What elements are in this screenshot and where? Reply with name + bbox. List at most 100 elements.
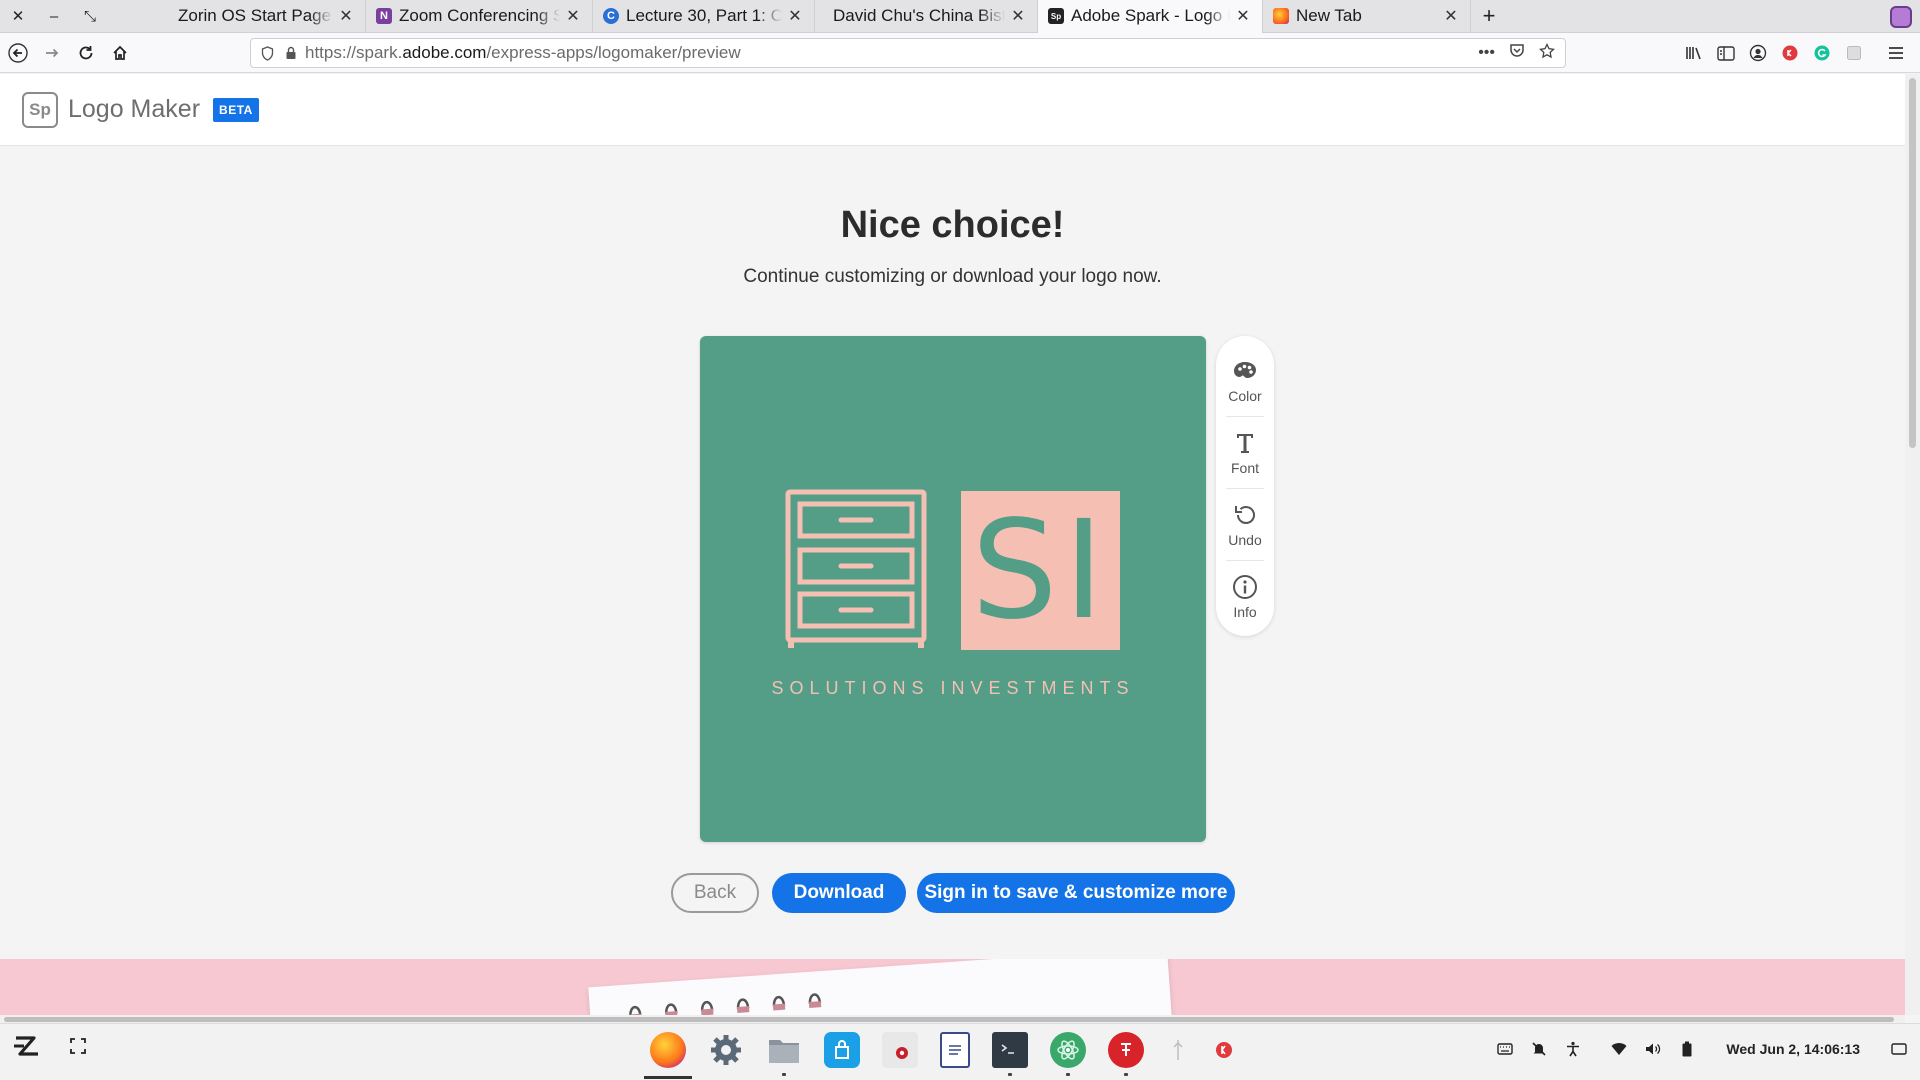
wifi-icon[interactable] bbox=[1610, 1040, 1628, 1058]
terminal-icon[interactable] bbox=[992, 1032, 1028, 1076]
account-icon[interactable] bbox=[1748, 43, 1768, 63]
tab-title: Lecture 30, Part 1: Co bbox=[626, 6, 782, 25]
settings-gear-icon[interactable] bbox=[708, 1032, 744, 1068]
library-icon[interactable] bbox=[1684, 43, 1704, 63]
text-editor-icon[interactable] bbox=[940, 1032, 970, 1068]
color-tool-label: Color bbox=[1228, 387, 1262, 404]
tab-close-icon[interactable]: ✕ bbox=[337, 6, 355, 26]
taskbar: Wed Jun 2, 14:06:13 bbox=[0, 1023, 1920, 1080]
show-desktop-icon[interactable] bbox=[1890, 1040, 1908, 1058]
app-name: Logo Maker bbox=[68, 95, 201, 123]
url-actions: ••• bbox=[1478, 42, 1565, 64]
tab-title: Adobe Spark - Logo M bbox=[1071, 6, 1230, 25]
undo-tool-label: Undo bbox=[1228, 531, 1262, 548]
tab-close-icon[interactable]: ✕ bbox=[786, 6, 804, 26]
spark-favicon-icon: Sp bbox=[1048, 8, 1064, 24]
menu-hamburger-icon[interactable] bbox=[1886, 43, 1906, 63]
tab-close-icon[interactable]: ✕ bbox=[1442, 6, 1460, 26]
spark-logo-icon[interactable]: Sp bbox=[22, 91, 58, 128]
tool-divider bbox=[1226, 488, 1264, 489]
scrollbar-thumb[interactable] bbox=[1909, 78, 1916, 448]
browser-tab-strip: ✕ – ⤡ Zorin OS Start Page / Se ✕ N Zoom … bbox=[0, 0, 1920, 33]
clock[interactable]: Wed Jun 2, 14:06:13 bbox=[1726, 1041, 1860, 1057]
tab-adobe-spark[interactable]: Sp Adobe Spark - Logo M ✕ bbox=[1038, 0, 1263, 33]
tab-zorin-start-page[interactable]: Zorin OS Start Page / Se ✕ bbox=[145, 0, 366, 33]
palette-icon bbox=[1232, 359, 1258, 383]
url-scheme: https://spark. bbox=[305, 43, 403, 62]
workspaces-icon[interactable] bbox=[70, 1038, 86, 1059]
keyboard-icon[interactable] bbox=[1496, 1040, 1514, 1058]
undo-tool-button[interactable]: Undo bbox=[1216, 490, 1274, 560]
extension-icon[interactable] bbox=[1890, 6, 1912, 28]
back-arrow-icon[interactable] bbox=[2, 37, 34, 69]
cabinet-icon bbox=[785, 489, 927, 648]
onenote-favicon-icon: N bbox=[376, 8, 392, 24]
usb-icon[interactable] bbox=[1166, 1032, 1190, 1068]
text-tool-icon[interactable] bbox=[1108, 1032, 1144, 1076]
extension-red-icon[interactable] bbox=[1780, 43, 1800, 63]
page-subtitle: Continue customizing or download your lo… bbox=[743, 266, 1162, 287]
volume-icon[interactable] bbox=[1644, 1040, 1662, 1058]
page-actions-icon[interactable]: ••• bbox=[1478, 44, 1495, 62]
bookmark-star-icon[interactable] bbox=[1539, 42, 1555, 64]
tracking-shield-icon[interactable] bbox=[255, 45, 279, 61]
tool-divider bbox=[1226, 560, 1264, 561]
screenshot-viewer-icon[interactable] bbox=[882, 1032, 918, 1068]
extension-red-tray-icon[interactable] bbox=[1212, 1032, 1236, 1068]
zorin-menu-icon[interactable] bbox=[12, 1034, 42, 1063]
color-tool-button[interactable]: Color bbox=[1216, 346, 1274, 416]
navigation-toolbar: https://spark.adobe.com/express-apps/log… bbox=[0, 33, 1920, 73]
notifications-muted-icon[interactable] bbox=[1530, 1040, 1548, 1058]
home-icon[interactable] bbox=[104, 37, 136, 69]
atom-icon[interactable] bbox=[1050, 1032, 1086, 1076]
notebook-image bbox=[588, 959, 1172, 1015]
new-tab-button[interactable]: + bbox=[1471, 0, 1507, 33]
logo-preview: SI SOLUTIONS INVESTMENTS bbox=[700, 336, 1206, 842]
files-icon[interactable] bbox=[766, 1032, 802, 1076]
tab-zoom-conferencing[interactable]: N Zoom Conferencing S ✕ bbox=[366, 0, 593, 33]
c-circle-favicon-icon: C bbox=[603, 8, 619, 24]
tool-divider bbox=[1226, 416, 1264, 417]
font-icon bbox=[1236, 431, 1254, 455]
tab-title: David Chu's China Bistro bbox=[833, 6, 1005, 25]
tab-lecture-30[interactable]: C Lecture 30, Part 1: Co ✕ bbox=[593, 0, 815, 33]
extension-gray-icon[interactable] bbox=[1844, 43, 1864, 63]
system-tray: Wed Jun 2, 14:06:13 bbox=[1496, 1040, 1908, 1058]
tab-close-icon[interactable]: ✕ bbox=[1009, 6, 1027, 26]
horizontal-scrollbar[interactable] bbox=[0, 1015, 1905, 1023]
firefox-icon[interactable] bbox=[644, 1032, 692, 1079]
forward-arrow-icon[interactable] bbox=[36, 37, 68, 69]
taskbar-apps bbox=[644, 1032, 1236, 1079]
tab-new-tab[interactable]: New Tab ✕ bbox=[1263, 0, 1471, 33]
info-icon bbox=[1232, 574, 1258, 599]
tab-title: Zorin OS Start Page / Se bbox=[178, 6, 333, 25]
url-text: https://spark.adobe.com/express-apps/log… bbox=[305, 43, 741, 63]
window-minimize-icon[interactable]: – bbox=[36, 0, 72, 33]
vertical-scrollbar[interactable] bbox=[1905, 74, 1920, 1015]
url-bar[interactable]: https://spark.adobe.com/express-apps/log… bbox=[250, 38, 1566, 68]
page-title: Nice choice! bbox=[840, 204, 1065, 246]
window-close-icon[interactable]: ✕ bbox=[0, 0, 36, 33]
lock-icon[interactable] bbox=[279, 46, 303, 60]
url-path: /express-apps/logomaker/preview bbox=[486, 43, 741, 62]
zorin-favicon-icon bbox=[155, 8, 171, 24]
app-header: Sp Logo Maker BETA bbox=[0, 74, 1905, 146]
window-restore-icon[interactable]: ⤡ bbox=[72, 0, 108, 33]
tab-david-chus-china-bistro[interactable]: David Chu's China Bistro ✕ bbox=[815, 0, 1038, 33]
software-store-icon[interactable] bbox=[824, 1032, 860, 1068]
sign-in-button[interactable]: Sign in to save & customize more bbox=[917, 873, 1235, 913]
pocket-icon[interactable] bbox=[1509, 43, 1525, 63]
back-button[interactable]: Back bbox=[671, 873, 759, 913]
sidebar-icon[interactable] bbox=[1716, 43, 1736, 63]
grammarly-icon[interactable] bbox=[1812, 43, 1832, 63]
font-tool-button[interactable]: Font bbox=[1216, 418, 1274, 488]
accessibility-icon[interactable] bbox=[1564, 1040, 1582, 1058]
tab-close-icon[interactable]: ✕ bbox=[1234, 6, 1252, 26]
scrollbar-thumb[interactable] bbox=[4, 1017, 1894, 1022]
download-button[interactable]: Download bbox=[772, 873, 906, 913]
tab-close-icon[interactable]: ✕ bbox=[564, 6, 582, 26]
decorative-banner bbox=[0, 959, 1905, 1015]
info-tool-button[interactable]: Info bbox=[1216, 562, 1274, 632]
battery-icon[interactable] bbox=[1678, 1040, 1696, 1058]
reload-icon[interactable] bbox=[70, 37, 102, 69]
